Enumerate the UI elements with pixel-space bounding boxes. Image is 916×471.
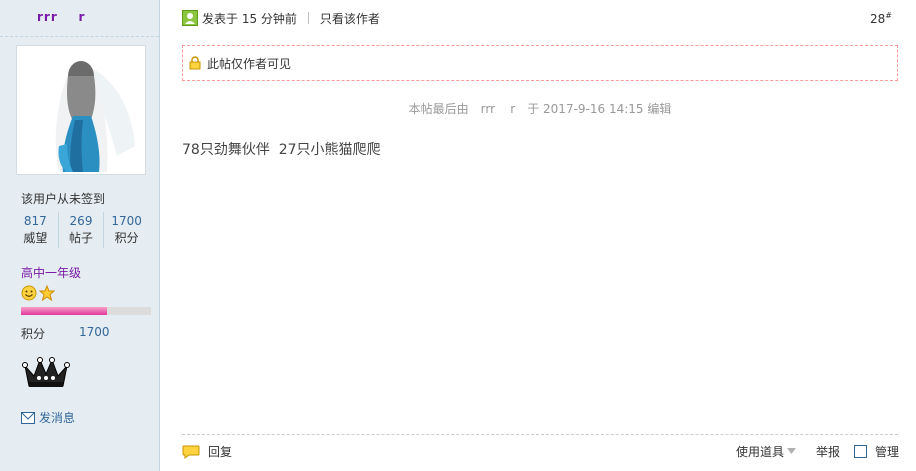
floor-number[interactable]: 28# xyxy=(870,11,892,26)
edit-status-user: rrr r xyxy=(480,102,516,116)
reply-label: 回复 xyxy=(208,445,233,459)
stat-value: 817 xyxy=(23,214,47,228)
use-tools-label: 使用道具 xyxy=(735,444,784,459)
user-grade[interactable]: 高中一年级 xyxy=(21,264,81,281)
star-medal-icon xyxy=(39,285,55,301)
reply-button[interactable]: 回复 xyxy=(182,443,232,460)
stat-label: 积分 xyxy=(114,231,139,245)
credit-progress-fill xyxy=(21,307,107,315)
divider xyxy=(307,12,309,24)
credit-progress-bar xyxy=(21,307,151,315)
avatar-image xyxy=(17,46,145,174)
user-stats: 817 威望 269 帖子 1700 积分 xyxy=(13,212,149,248)
post-content: 78只劲舞伙伴 27只小熊猫爬爬 xyxy=(182,142,381,158)
speech-bubble-icon xyxy=(182,445,200,459)
floor-mark: # xyxy=(885,11,892,20)
user-online-icon xyxy=(182,10,198,26)
stat-prestige[interactable]: 817 威望 xyxy=(13,212,58,248)
credit-value: 1700 xyxy=(79,325,110,339)
use-tools-dropdown[interactable]: 使用道具 xyxy=(736,443,796,460)
lock-icon xyxy=(189,56,201,70)
post-time: 发表于 15 分钟前 xyxy=(202,11,297,26)
manage-toggle[interactable]: 管理 xyxy=(853,443,899,460)
credit-label: 积分 xyxy=(21,327,46,341)
floor-value: 28 xyxy=(870,12,886,26)
manage-label: 管理 xyxy=(874,444,899,459)
send-message-button[interactable]: 发消息 xyxy=(21,409,75,426)
manage-checkbox[interactable] xyxy=(853,444,867,458)
stat-label: 帖子 xyxy=(69,231,94,245)
envelope-icon xyxy=(21,411,35,424)
stat-value: 1700 xyxy=(111,214,142,228)
divider xyxy=(182,434,898,435)
stat-posts[interactable]: 269 帖子 xyxy=(57,212,104,248)
stat-label: 威望 xyxy=(23,231,48,245)
locked-notice-text: 此帖仅作者可见 xyxy=(207,56,292,71)
stat-credits[interactable]: 1700 积分 xyxy=(103,212,149,248)
chevron-down-icon xyxy=(786,448,796,454)
stat-value: 269 xyxy=(69,214,93,228)
avatar[interactable] xyxy=(16,45,146,175)
send-message-label: 发消息 xyxy=(39,411,76,425)
report-link[interactable]: 举报 xyxy=(816,443,840,460)
user-sidebar: rrr r 该用户从未签到 817 威望 269 帖子 1700 积分 高中一年… xyxy=(0,0,160,471)
username[interactable]: rrr r xyxy=(37,10,85,24)
only-author-link[interactable]: 只看该作者 xyxy=(320,10,380,27)
post-actions: 使用道具 举报 管理 xyxy=(736,443,899,459)
medal-list xyxy=(21,285,55,301)
edit-status: 本帖最后由 rrr r 于 2017-9-16 14:15 编辑 xyxy=(182,100,898,117)
divider xyxy=(0,36,159,37)
smiley-medal-icon xyxy=(21,285,37,301)
crown-badge-icon xyxy=(22,357,70,387)
edit-status-suffix: 于 2017-9-16 14:15 编辑 xyxy=(527,102,672,116)
edit-status-prefix: 本帖最后由 xyxy=(408,102,469,116)
locked-notice: 此帖仅作者可见 xyxy=(182,45,898,81)
checkin-status: 该用户从未签到 xyxy=(21,192,106,206)
post-header: 发表于 15 分钟前 只看该作者 xyxy=(182,9,380,27)
